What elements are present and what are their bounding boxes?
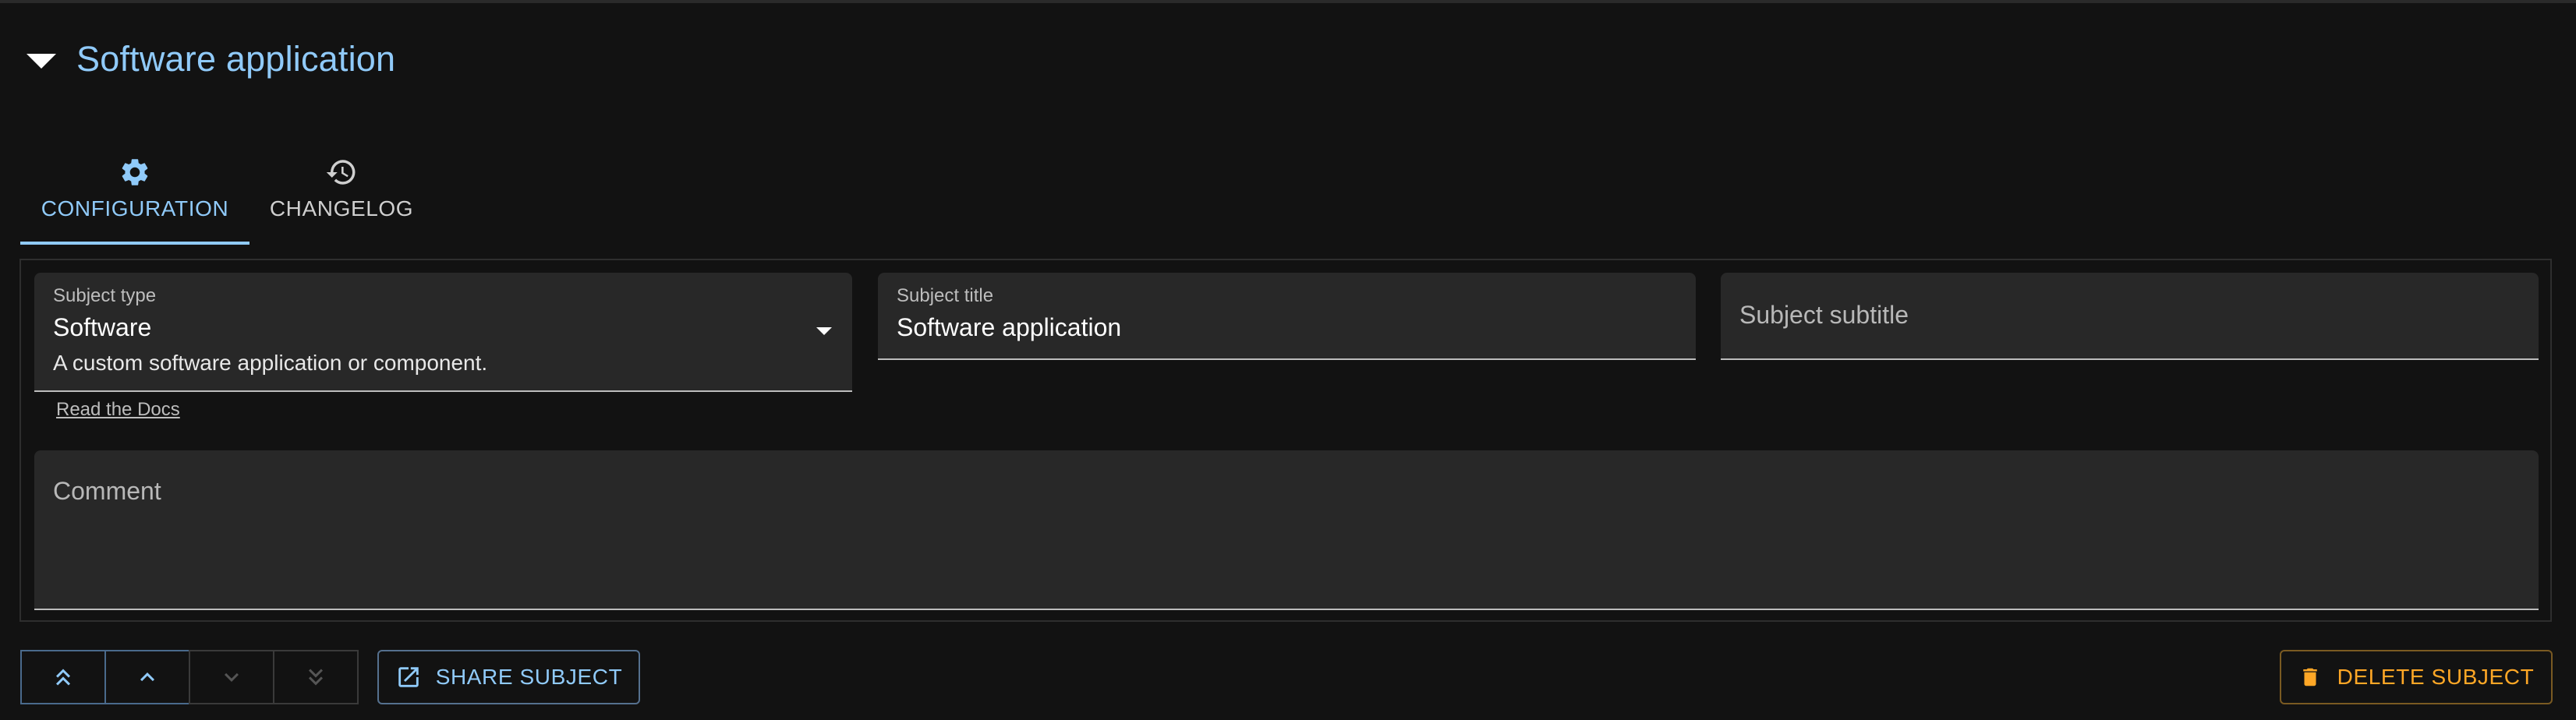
subject-title-field[interactable]: Subject title Software application bbox=[878, 273, 1696, 360]
subject-type-value: Software bbox=[53, 313, 152, 341]
subject-type-select[interactable]: Subject type Software A custom software … bbox=[34, 273, 852, 392]
move-down-button[interactable] bbox=[189, 650, 274, 704]
tab-changelog-label: CHANGELOG bbox=[269, 196, 414, 221]
dropdown-arrow-icon[interactable] bbox=[816, 327, 832, 335]
collapse-caret-icon[interactable] bbox=[27, 53, 56, 69]
trash-icon bbox=[2302, 668, 2317, 686]
history-icon bbox=[326, 160, 356, 185]
move-to-bottom-button[interactable] bbox=[273, 650, 359, 704]
subject-subtitle-field[interactable]: Subject subtitle bbox=[1721, 273, 2539, 360]
open-in-new-icon bbox=[398, 667, 419, 687]
move-to-top-button[interactable] bbox=[20, 650, 106, 704]
top-divider bbox=[0, 0, 2576, 3]
delete-subject-label: DELETE SUBJECT bbox=[2337, 665, 2535, 689]
subject-title-label: Subject title bbox=[897, 285, 994, 306]
subject-type-label: Subject type bbox=[53, 285, 157, 306]
double-chevron-up-icon bbox=[56, 669, 70, 686]
subject-subtitle-placeholder: Subject subtitle bbox=[1739, 301, 1909, 329]
chevron-up-icon bbox=[140, 672, 154, 682]
double-chevron-down-icon bbox=[309, 669, 323, 686]
subject-type-description: A custom software application or compone… bbox=[53, 351, 488, 375]
comment-placeholder: Comment bbox=[53, 477, 161, 505]
share-subject-button[interactable]: SHARE SUBJECT bbox=[377, 650, 640, 704]
tab-bar: CONFIGURATION CHANGELOG bbox=[20, 146, 433, 245]
move-button-group bbox=[20, 650, 359, 704]
move-up-button[interactable] bbox=[104, 650, 190, 704]
delete-subject-button[interactable]: DELETE SUBJECT bbox=[2280, 650, 2553, 704]
tab-changelog[interactable]: CHANGELOG bbox=[249, 146, 433, 245]
subject-title-value: Software application bbox=[897, 313, 1122, 341]
tab-configuration-label: CONFIGURATION bbox=[41, 196, 229, 221]
comment-field[interactable]: Comment bbox=[34, 450, 2539, 610]
gear-icon bbox=[122, 159, 148, 185]
chevron-down-icon bbox=[225, 672, 239, 682]
section-title: Software application bbox=[76, 39, 396, 79]
share-subject-label: SHARE SUBJECT bbox=[435, 665, 623, 689]
tab-configuration[interactable]: CONFIGURATION bbox=[20, 146, 249, 245]
section-header[interactable]: Software application bbox=[27, 36, 395, 83]
read-the-docs-link[interactable]: Read the Docs bbox=[56, 399, 180, 421]
